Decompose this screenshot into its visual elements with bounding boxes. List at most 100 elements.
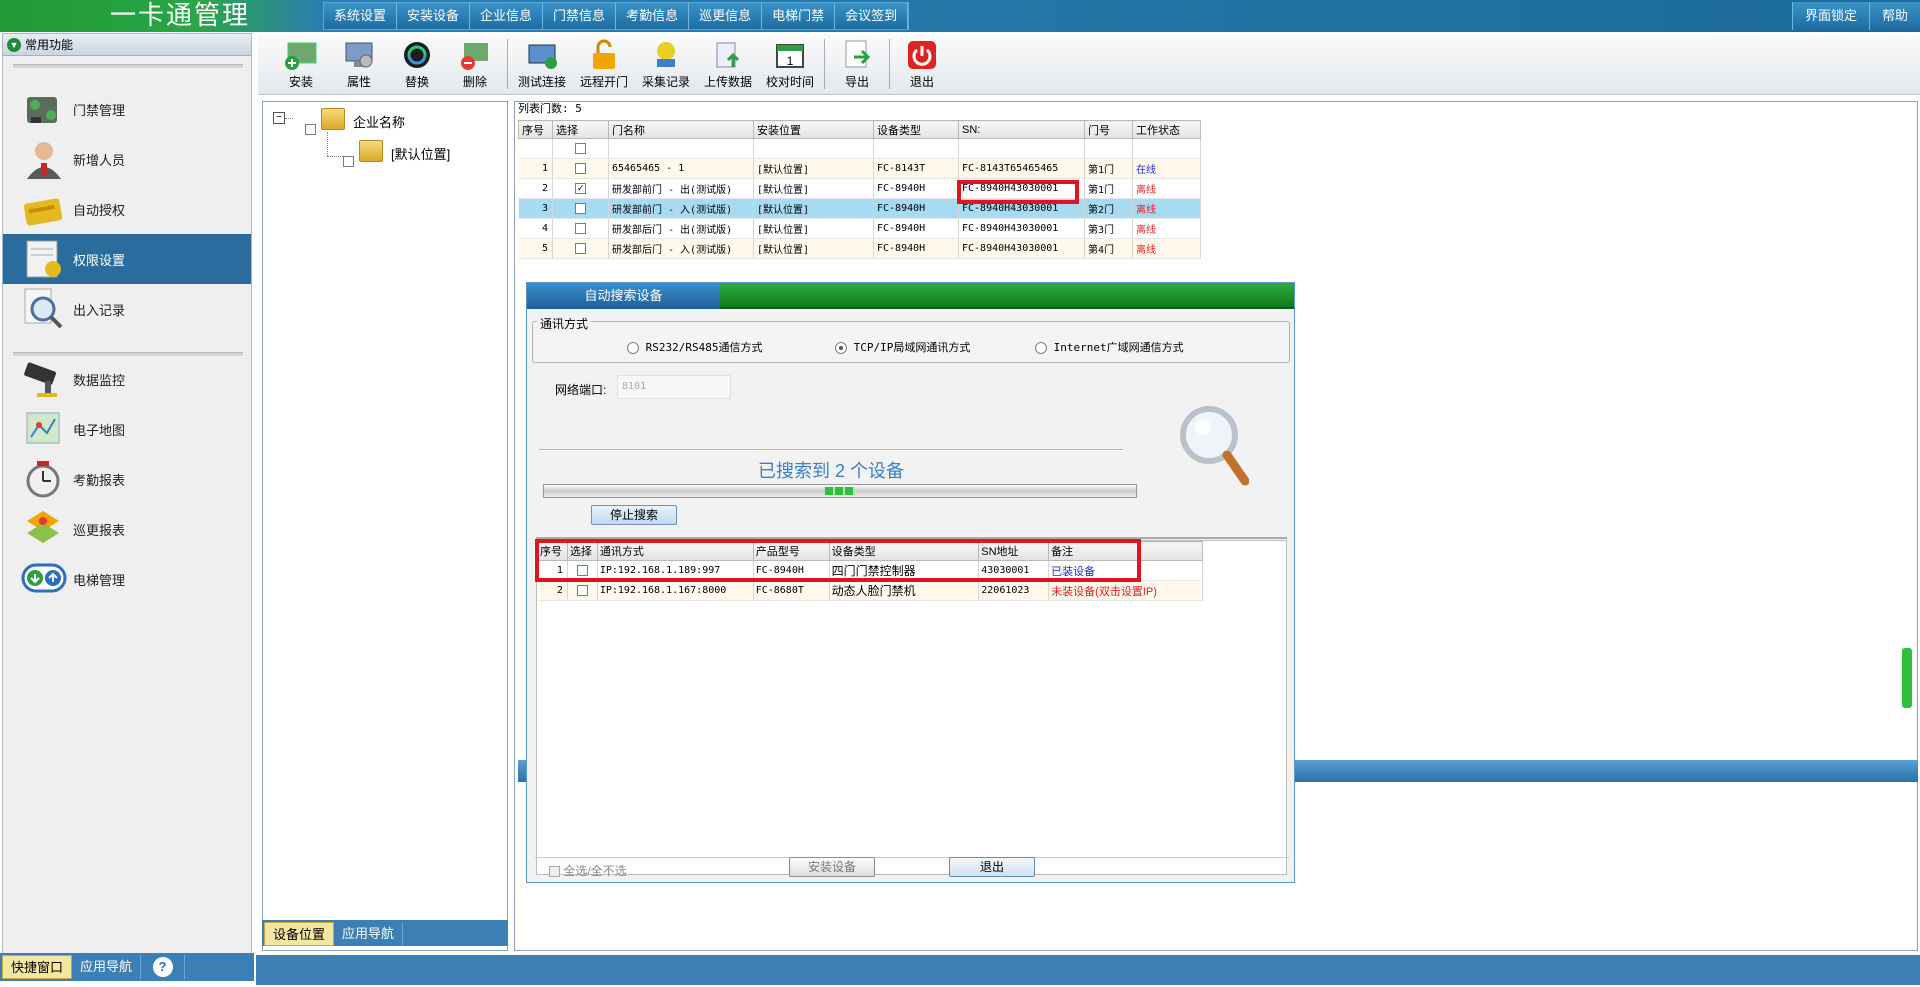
folder-icon xyxy=(321,108,345,130)
sidebar-item-map[interactable]: 电子地图 xyxy=(3,404,251,454)
install-location: [默认位置] xyxy=(753,198,874,219)
tab-auto-search[interactable]: 自动搜索设备 xyxy=(527,283,720,309)
door-column-header[interactable]: SN: xyxy=(958,120,1085,139)
sidebar-item-camera[interactable]: 数据监控 xyxy=(3,354,251,404)
radio-rs232[interactable]: RS232/RS485通信方式 xyxy=(627,339,762,355)
sidebar-item-permission[interactable]: 权限设置 xyxy=(3,234,251,284)
tree-root-checkbox[interactable] xyxy=(305,124,316,135)
toolbar-test-connection-button[interactable]: 测试连接 xyxy=(511,33,573,93)
top-menu-item[interactable]: 企业信息 xyxy=(470,3,544,29)
row-checkbox[interactable] xyxy=(576,584,588,596)
sidebar-item-card[interactable]: 自动授权 xyxy=(3,184,251,234)
elevator-icon xyxy=(21,557,67,601)
toolbar-collect-records-button[interactable]: 采集记录 xyxy=(635,33,697,93)
help-button[interactable]: 帮助 xyxy=(1868,2,1920,30)
sidebar-item-door-access[interactable]: 门禁管理 xyxy=(3,84,251,134)
table-row[interactable]: 5 研发部后门 - 入(测试版) [默认位置] FC-8940H FC-8940H430… xyxy=(518,238,1201,259)
help-icon[interactable]: ? xyxy=(141,955,186,979)
top-menu-item[interactable]: 会议签到 xyxy=(835,3,909,29)
door-column-header[interactable]: 工作状态 xyxy=(1132,120,1201,139)
select-all-doors-checkbox[interactable] xyxy=(575,142,586,154)
top-menu-item[interactable]: 系统设置 xyxy=(324,3,398,29)
top-menu-item[interactable]: 电梯门禁 xyxy=(762,3,836,29)
toolbar-replace-button[interactable]: 替换 xyxy=(388,33,446,93)
common-functions-header[interactable]: ▼ 常用功能 xyxy=(3,34,251,56)
divider xyxy=(539,449,1123,451)
door-column-header[interactable]: 门号 xyxy=(1084,120,1133,139)
dialog-exit-button[interactable]: 退出 xyxy=(949,857,1035,877)
map-icon xyxy=(21,407,67,451)
toolbar-install-button[interactable]: 安装 xyxy=(272,33,330,93)
tab-quick-window[interactable]: 快捷窗口 xyxy=(2,955,73,979)
stop-search-button[interactable]: 停止搜索 xyxy=(591,505,677,525)
top-menu-item[interactable]: 巡更信息 xyxy=(689,3,763,29)
tab-device-location[interactable]: 设备位置 xyxy=(264,922,335,946)
install-location: [默认位置] xyxy=(753,178,874,199)
toolbar-delete-button[interactable]: 删除 xyxy=(446,33,504,93)
toolbar-properties-button[interactable]: 属性 xyxy=(330,33,388,93)
toolbar-power-button[interactable]: 退出 xyxy=(893,33,951,93)
port-label: 网络端口: xyxy=(555,383,607,397)
radio-internet-dot[interactable] xyxy=(1035,342,1047,354)
radio-rs232-dot[interactable] xyxy=(627,342,639,354)
table-row[interactable]: 2 IP:192.168.1.167:8000 FC-8680T 动态人脸门禁机 220… xyxy=(537,580,1203,601)
select-all-box[interactable] xyxy=(549,866,560,878)
row-checkbox[interactable] xyxy=(575,222,586,234)
sidebar-item-patrol[interactable]: 巡更报表 xyxy=(3,504,251,554)
tab-app-navigation[interactable]: 应用导航 xyxy=(72,955,142,979)
magnifier-icon xyxy=(21,287,67,331)
port-input[interactable]: 8101 xyxy=(617,375,731,399)
row-checkbox[interactable] xyxy=(575,242,586,254)
row-checkbox[interactable] xyxy=(575,162,586,174)
lock-interface-button[interactable]: 界面锁定 xyxy=(1791,2,1869,30)
door-column-header[interactable]: 安装位置 xyxy=(753,120,874,139)
tree-root-label[interactable]: 企业名称 xyxy=(353,112,405,131)
table-row[interactable]: 1 65465465 - 1 [默认位置] FC-8143T FC-8143T65465… xyxy=(518,158,1201,179)
sidebar-item-elevator[interactable]: 电梯管理 xyxy=(3,554,251,604)
select-all-checkbox[interactable]: 全选/全不选 xyxy=(549,862,627,879)
door-column-header[interactable]: 选择 xyxy=(552,120,609,139)
tab-app-navigation-2[interactable]: 应用导航 xyxy=(334,922,404,946)
highlight-box-devices xyxy=(535,539,1141,582)
row-checkbox[interactable] xyxy=(575,202,586,214)
tree-line xyxy=(285,118,293,119)
collapse-icon[interactable]: ▼ xyxy=(7,38,21,52)
device-type: 动态人脸门禁机 xyxy=(829,580,980,601)
sidebar-item-person[interactable]: 新增人员 xyxy=(3,134,251,184)
table-row[interactable]: 4 研发部后门 - 出(测试版) [默认位置] FC-8940H FC-8940H430… xyxy=(518,218,1201,239)
install-device-button[interactable]: 安装设备 xyxy=(789,857,875,877)
install-location: [默认位置] xyxy=(753,158,874,179)
toolbar-separator xyxy=(824,39,825,89)
tree-child-label[interactable]: [默认位置] xyxy=(391,144,450,163)
toolbar: 安装 属性 替换 删除 测试连接 远程开门 采集记录 上传数据 1 校对时间 导出 退出 xyxy=(258,33,1920,95)
divider xyxy=(535,857,1289,858)
toolbar-label: 测试连接 xyxy=(517,75,566,89)
tree-child-checkbox[interactable] xyxy=(343,156,354,167)
door-column-header[interactable]: 设备类型 xyxy=(873,120,959,139)
radio-tcpip-dot[interactable] xyxy=(835,342,847,354)
sidebar-item-label: 电梯管理 xyxy=(73,572,126,588)
door-column-header[interactable]: 序号 xyxy=(518,120,553,139)
toolbar-calendar-button[interactable]: 1 校对时间 xyxy=(759,33,821,93)
toolbar-export-button[interactable]: 导出 xyxy=(828,33,886,93)
door-column-header[interactable]: 门名称 xyxy=(608,120,754,139)
radio-internet[interactable]: Internet广域网通信方式 xyxy=(1035,339,1184,355)
work-status: 离线 xyxy=(1132,178,1201,199)
table-row[interactable]: 2 ✓ 研发部前门 - 出(测试版) [默认位置] FC-8940H FC-8940H43… xyxy=(518,178,1201,199)
row-checkbox[interactable]: ✓ xyxy=(575,182,586,194)
toolbar-remote-open-button[interactable]: 远程开门 xyxy=(573,33,635,93)
table-row[interactable]: 3 研发部前门 - 入(测试版) [默认位置] FC-8940H FC-8940H430… xyxy=(518,198,1201,219)
scroll-indicator[interactable] xyxy=(1902,648,1912,708)
radio-tcpip[interactable]: TCP/IP局域网通讯方式 xyxy=(835,339,970,355)
door-number: 第1门 xyxy=(1084,158,1133,179)
top-menu-item[interactable]: 门禁信息 xyxy=(543,3,617,29)
work-status: 离线 xyxy=(1132,218,1201,239)
top-menu-item[interactable]: 安装设备 xyxy=(397,3,471,29)
device-type: FC-8940H xyxy=(873,178,959,199)
sidebar-item-magnifier[interactable]: 出入记录 xyxy=(3,284,251,334)
toolbar-upload-button[interactable]: 上传数据 xyxy=(697,33,759,93)
sidebar-item-clock[interactable]: 考勤报表 xyxy=(3,454,251,504)
top-menu-item[interactable]: 考勤信息 xyxy=(616,3,690,29)
tree-expand-icon[interactable]: − xyxy=(273,112,285,124)
door-name: 65465465 - 1 xyxy=(608,158,754,179)
